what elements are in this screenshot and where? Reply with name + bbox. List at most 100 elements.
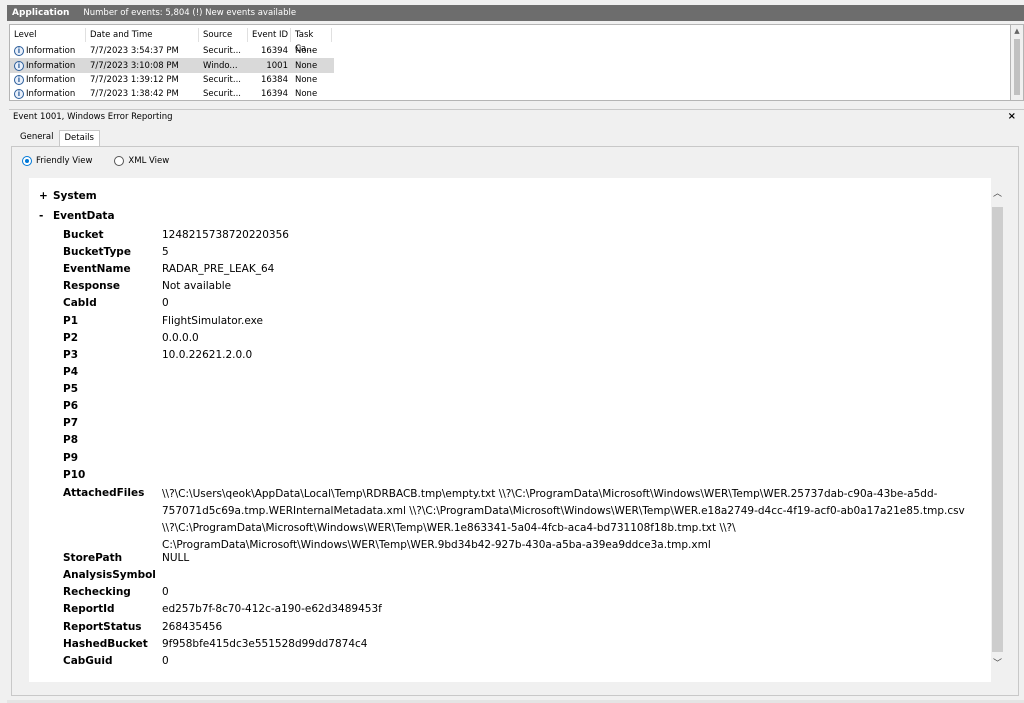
field-name: P2: [63, 332, 79, 344]
attached-files-line: C:\ProgramData\Microsoft\Windows\WER\Tem…: [162, 539, 711, 551]
column-header-source[interactable]: Source: [199, 28, 248, 42]
field-name: StorePath: [63, 552, 123, 564]
source-cell: Windo...: [203, 60, 238, 71]
event-detail-header: Event 1001, Windows Error Reporting ×: [9, 109, 1024, 123]
date-cell: 7/7/2023 3:10:08 PM: [90, 60, 179, 71]
information-icon: i: [14, 89, 24, 100]
event-row[interactable]: i Information 7/7/2023 1:38:42 PM Securit…: [10, 87, 334, 101]
field-name: CabGuid: [63, 655, 113, 667]
friendly-view-radio[interactable]: Friendly View: [22, 156, 92, 166]
task-cell: None: [295, 46, 318, 57]
field-name: P1: [63, 315, 79, 327]
log-name: Application: [12, 8, 70, 18]
source-cell: Securit...: [203, 74, 241, 85]
tab-details[interactable]: Details: [58, 130, 100, 146]
friendly-view-label: Friendly View: [36, 156, 93, 166]
event-row-selected[interactable]: i Information 7/7/2023 3:10:08 PM Windo..…: [10, 58, 334, 73]
chevron-down-icon[interactable]: ﹀: [991, 656, 1004, 669]
field-name: P6: [63, 400, 79, 412]
field-name: ReportStatus: [63, 621, 142, 633]
log-title-bar: Application Number of events: 5,804 (!) …: [7, 5, 1024, 21]
field-value: 1248215738720220356: [162, 229, 289, 241]
field-value: FlightSimulator.exe: [162, 315, 263, 327]
field-value: 0: [162, 297, 169, 309]
field-value: Not available: [162, 280, 232, 292]
xml-view-label: XML View: [128, 156, 170, 166]
information-icon: i: [14, 74, 24, 85]
field-name: Bucket: [63, 229, 104, 241]
event-id-cell: 1001: [266, 60, 288, 71]
field-value: 0: [162, 655, 169, 667]
details-scrollbar[interactable]: ︿ ﹀: [991, 178, 1004, 682]
friendly-view-content: + System - EventData Bucket 124821573872…: [29, 178, 991, 682]
tab-general[interactable]: General: [15, 130, 59, 146]
field-value: 10.0.22621.2.0.0: [162, 349, 253, 361]
field-name: BucketType: [63, 246, 131, 258]
eventdata-node[interactable]: - EventData: [39, 210, 115, 222]
system-label: System: [53, 190, 97, 202]
date-cell: 7/7/2023 3:54:37 PM: [90, 46, 179, 57]
attached-files-line: 757071d5c69a.tmp.WERInternalMetadata.xml…: [162, 505, 965, 517]
chevron-up-icon[interactable]: ︿: [991, 186, 1004, 199]
date-cell: 7/7/2023 1:38:42 PM: [90, 89, 179, 100]
attached-files-value: \\?\C:\Users\qeok\AppData\Local\Temp\RDR…: [162, 486, 982, 554]
close-icon[interactable]: ×: [1008, 110, 1016, 124]
field-value: ed257b7f-8c70-412c-a190-e62d3489453f: [162, 603, 382, 615]
field-value: 9f958bfe415dc3e551528d99dd7874c4: [162, 638, 368, 650]
events-count: Number of events: 5,804 (!) New events a…: [83, 8, 297, 18]
event-list[interactable]: Level Date and Time Source Event ID Task…: [9, 24, 1011, 101]
expand-toggle[interactable]: +: [39, 190, 53, 202]
task-cell: None: [295, 60, 318, 71]
eventdata-label: EventData: [53, 210, 115, 222]
chevron-up-icon[interactable]: ▲: [1011, 27, 1023, 35]
field-value: NULL: [162, 552, 190, 564]
field-value: 5: [162, 246, 169, 258]
information-icon: i: [14, 46, 24, 57]
xml-view-radio[interactable]: XML View: [114, 156, 169, 166]
field-name: ReportId: [63, 603, 115, 615]
task-cell: None: [295, 89, 318, 100]
column-header-event-id[interactable]: Event ID: [248, 28, 291, 42]
collapse-toggle[interactable]: -: [39, 210, 53, 222]
column-header-date[interactable]: Date and Time: [86, 28, 199, 42]
field-value: 0.0.0.0: [162, 332, 199, 344]
field-name: P5: [63, 383, 79, 395]
field-name: AnalysisSymbol: [63, 569, 156, 581]
level-text: Information: [26, 89, 76, 100]
event-row[interactable]: i Information 7/7/2023 3:54:37 PM Securit…: [10, 44, 334, 58]
field-value: 268435456: [162, 621, 223, 633]
column-header-level[interactable]: Level: [10, 28, 86, 42]
radio-unselected-icon: [114, 156, 125, 166]
column-header-task-category[interactable]: Task Ca...: [291, 28, 332, 54]
date-cell: 7/7/2023 1:39:12 PM: [90, 74, 179, 85]
event-list-header: Level Date and Time Source Event ID Task…: [10, 28, 332, 54]
event-list-scrollbar[interactable]: ▲: [1011, 24, 1024, 101]
field-name: P3: [63, 349, 79, 361]
level-text: Information: [26, 46, 76, 57]
event-row[interactable]: i Information 7/7/2023 1:39:12 PM Securit…: [10, 73, 334, 87]
field-name: P4: [63, 366, 79, 378]
scrollbar-thumb[interactable]: [1014, 39, 1020, 95]
information-icon: i: [14, 60, 24, 71]
field-name: P9: [63, 452, 79, 464]
field-name: Rechecking: [63, 586, 131, 598]
level-text: Information: [26, 74, 76, 85]
field-name: P7: [63, 417, 79, 429]
attached-files-line: \\?\C:\Users\qeok\AppData\Local\Temp\RDR…: [162, 488, 938, 500]
event-rows: i Information 7/7/2023 3:54:37 PM Securit…: [10, 44, 334, 102]
level-text: Information: [26, 60, 76, 71]
system-node[interactable]: + System: [39, 190, 97, 202]
source-cell: Securit...: [203, 46, 241, 57]
radio-selected-icon: [22, 156, 32, 166]
detail-tabs: General Details: [15, 130, 100, 146]
field-value: RADAR_PRE_LEAK_64: [162, 263, 275, 275]
view-mode-options: Friendly View XML View: [22, 156, 191, 166]
event-id-cell: 16394: [260, 46, 288, 57]
scrollbar-thumb[interactable]: [992, 207, 1003, 652]
event-id-cell: 16394: [260, 89, 288, 100]
field-name: P8: [63, 434, 79, 446]
field-name: CabId: [63, 297, 97, 309]
field-name: HashedBucket: [63, 638, 148, 650]
attached-files-line: \\?\C:\ProgramData\Microsoft\Windows\WER…: [162, 522, 736, 534]
field-value: 0: [162, 586, 169, 598]
